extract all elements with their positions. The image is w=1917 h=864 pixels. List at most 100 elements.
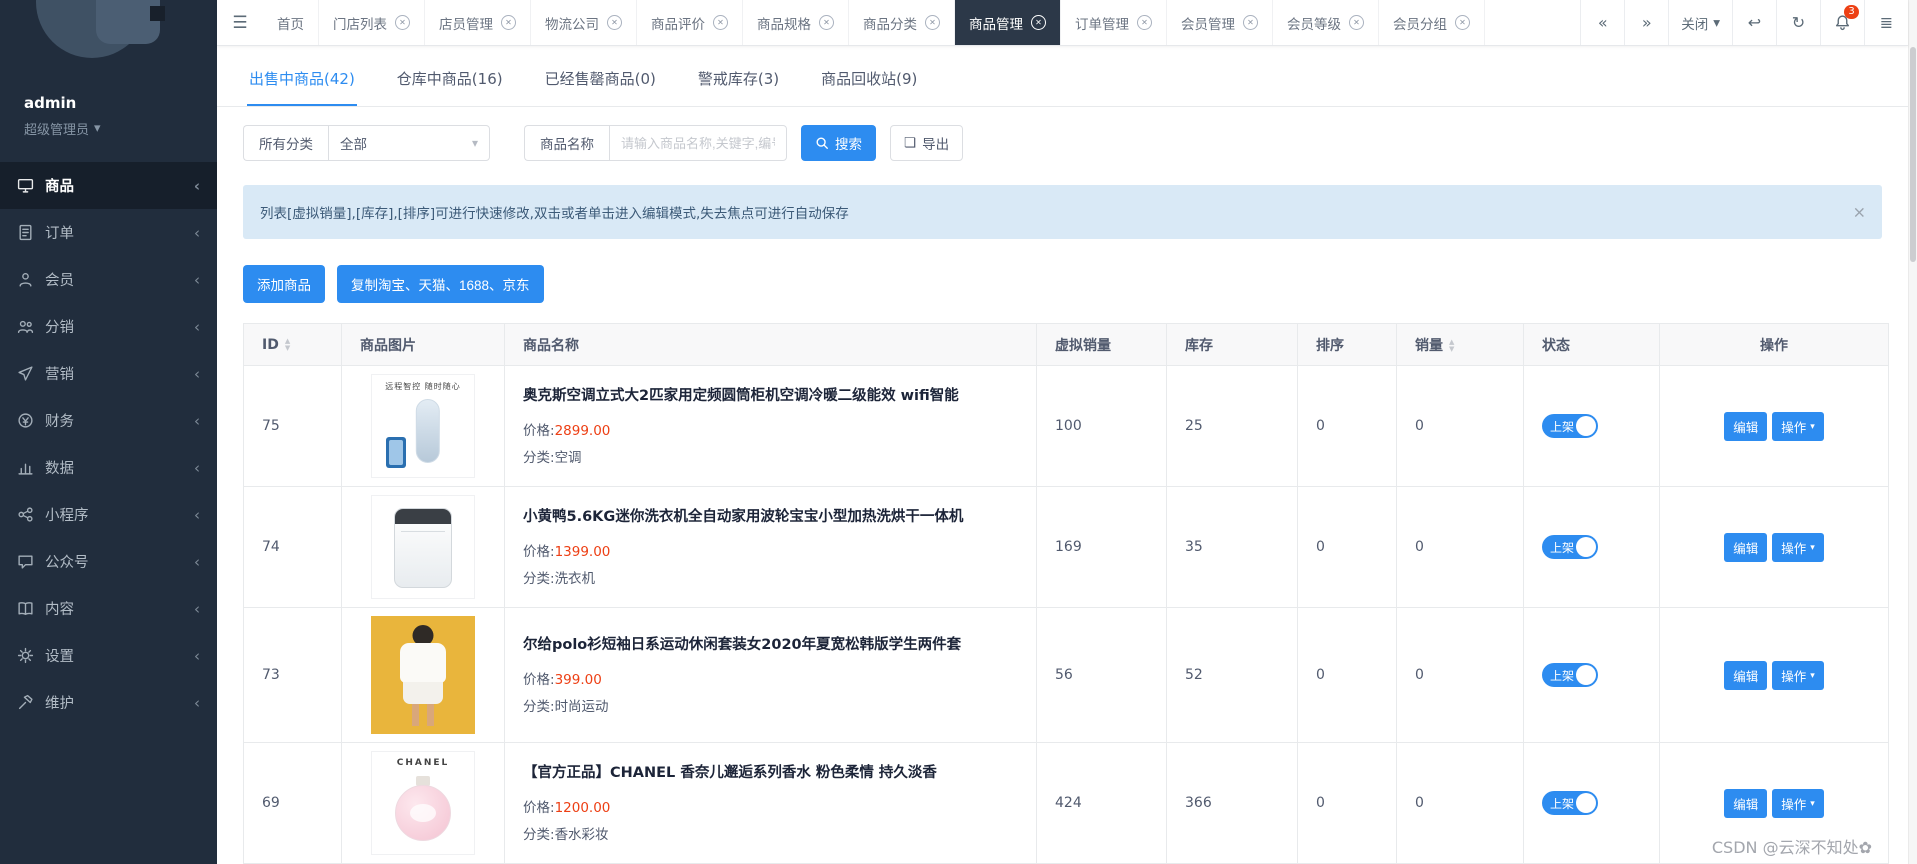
nav-tab-product-specs[interactable]: 商品规格 ✕ bbox=[743, 0, 849, 45]
chevron-left-icon: ‹ bbox=[194, 223, 200, 242]
edit-button[interactable]: 编辑 bbox=[1724, 411, 1768, 441]
cell-stock[interactable]: 35 bbox=[1166, 486, 1298, 608]
sidebar-item-data[interactable]: 数据 ‹ bbox=[0, 444, 217, 491]
sidebar-item-content[interactable]: 内容 ‹ bbox=[0, 585, 217, 632]
message-list-button[interactable]: ≣ bbox=[1864, 0, 1908, 45]
nav-tab-member-level[interactable]: 会员等级 ✕ bbox=[1273, 0, 1379, 45]
nav-tab-logistics[interactable]: 物流公司 ✕ bbox=[531, 0, 637, 45]
sidebar-item-marketing[interactable]: 营销 ‹ bbox=[0, 350, 217, 397]
close-icon[interactable]: × bbox=[1853, 203, 1866, 222]
chevron-left-icon: ‹ bbox=[194, 505, 200, 524]
nav-tab-home[interactable]: 首页 bbox=[263, 0, 319, 45]
nav-tab-member-mgmt[interactable]: 会员管理 ✕ bbox=[1167, 0, 1273, 45]
user-role-dropdown[interactable]: 超级管理员 ▾ bbox=[24, 119, 217, 138]
nav-tab-product-categories[interactable]: 商品分类 ✕ bbox=[849, 0, 955, 45]
cell-virtual-sales[interactable]: 56 bbox=[1036, 607, 1167, 743]
page-scrollbar[interactable] bbox=[1908, 0, 1917, 864]
status-toggle[interactable]: 上架 bbox=[1542, 791, 1598, 815]
sidebar-item-maintenance[interactable]: 维护 ‹ bbox=[0, 679, 217, 726]
tab-close-icon[interactable]: ✕ bbox=[819, 15, 834, 30]
chevron-left-icon: ‹ bbox=[194, 693, 200, 712]
status-toggle[interactable]: 上架 bbox=[1542, 663, 1598, 687]
product-name-input[interactable] bbox=[609, 125, 787, 161]
sidebar-item-miniapp[interactable]: 小程序 ‹ bbox=[0, 491, 217, 538]
cell-status: 上架 bbox=[1523, 742, 1660, 864]
sidebar-item-orders[interactable]: 订单 ‹ bbox=[0, 209, 217, 256]
subtab-in-warehouse[interactable]: 仓库中商品(16) bbox=[395, 52, 505, 106]
refresh-button[interactable]: ↻ bbox=[1776, 0, 1820, 45]
edit-button[interactable]: 编辑 bbox=[1724, 788, 1768, 818]
member-icon bbox=[17, 271, 34, 288]
subtab-on-sale[interactable]: 出售中商品(42) bbox=[247, 52, 357, 106]
sort-icon[interactable]: ▲ ▼ bbox=[1449, 338, 1454, 353]
category-select[interactable]: 全部 ▾ bbox=[328, 125, 490, 161]
cell-sort[interactable]: 0 bbox=[1297, 607, 1397, 743]
export-button[interactable]: ❏ 导出 bbox=[890, 125, 964, 161]
nav-tab-store-list[interactable]: 门店列表 ✕ bbox=[319, 0, 425, 45]
tab-close-icon[interactable]: ✕ bbox=[1243, 15, 1258, 30]
status-toggle[interactable]: 上架 bbox=[1542, 535, 1598, 559]
status-toggle[interactable]: 上架 bbox=[1542, 414, 1598, 438]
user-info: admin 超级管理员 ▾ bbox=[0, 92, 217, 154]
tabs-scroll-left-button[interactable]: « bbox=[1580, 0, 1624, 45]
marketing-icon bbox=[17, 365, 34, 382]
subtab-stock-alert[interactable]: 警戒库存(3) bbox=[696, 52, 781, 106]
cell-sort[interactable]: 0 bbox=[1297, 365, 1397, 487]
cell-virtual-sales[interactable]: 100 bbox=[1036, 365, 1167, 487]
sidebar-item-label: 订单 bbox=[45, 226, 74, 242]
col-status: 状态 bbox=[1523, 323, 1660, 366]
filter-row: 所有分类 全部 ▾ 商品名称 搜索 ❏ 导出 bbox=[243, 125, 1882, 161]
sidebar-item-goods[interactable]: 商品 ‹ bbox=[0, 162, 217, 209]
close-tabs-dropdown[interactable]: 关闭 ▾ bbox=[1668, 0, 1732, 45]
cell-stock[interactable]: 25 bbox=[1166, 365, 1298, 487]
caret-down-icon: ▾ bbox=[1810, 541, 1815, 552]
tab-close-icon[interactable]: ✕ bbox=[1349, 15, 1364, 30]
tab-close-icon[interactable]: ✕ bbox=[1031, 15, 1046, 30]
sidebar-item-finance[interactable]: 财务 ‹ bbox=[0, 397, 217, 444]
action-dropdown-button[interactable]: 操作 ▾ bbox=[1772, 788, 1824, 818]
cell-virtual-sales[interactable]: 424 bbox=[1036, 742, 1167, 864]
scrollbar-thumb[interactable] bbox=[1910, 47, 1916, 262]
sidebar-item-official-account[interactable]: 公众号 ‹ bbox=[0, 538, 217, 585]
caret-down-icon: ▾ bbox=[94, 121, 101, 136]
nav-tab-member-group[interactable]: 会员分组 ✕ bbox=[1379, 0, 1485, 45]
subtab-recycle-bin[interactable]: 商品回收站(9) bbox=[819, 52, 919, 106]
tabs-scroll-right-button[interactable]: » bbox=[1624, 0, 1668, 45]
tab-close-icon[interactable]: ✕ bbox=[1137, 15, 1152, 30]
sidebar-item-members[interactable]: 会员 ‹ bbox=[0, 256, 217, 303]
nav-tab-product-reviews[interactable]: 商品评价 ✕ bbox=[637, 0, 743, 45]
sort-icon[interactable]: ▲ ▼ bbox=[285, 337, 290, 352]
undo-button[interactable]: ↩ bbox=[1732, 0, 1776, 45]
action-dropdown-button[interactable]: 操作 ▾ bbox=[1772, 532, 1824, 562]
cell-stock[interactable]: 366 bbox=[1166, 742, 1298, 864]
subtab-sold-out[interactable]: 已经售罄商品(0) bbox=[543, 52, 658, 106]
tab-close-icon[interactable]: ✕ bbox=[713, 15, 728, 30]
tab-close-icon[interactable]: ✕ bbox=[1455, 15, 1470, 30]
edit-button[interactable]: 编辑 bbox=[1724, 532, 1768, 562]
tab-close-icon[interactable]: ✕ bbox=[925, 15, 940, 30]
sidebar-item-label: 会员 bbox=[45, 273, 74, 289]
tab-close-icon[interactable]: ✕ bbox=[395, 15, 410, 30]
cell-sort[interactable]: 0 bbox=[1297, 486, 1397, 608]
cell-sort[interactable]: 0 bbox=[1297, 742, 1397, 864]
cell-status: 上架 bbox=[1523, 365, 1660, 487]
search-button[interactable]: 搜索 bbox=[801, 125, 876, 161]
cell-virtual-sales[interactable]: 169 bbox=[1036, 486, 1167, 608]
add-product-button[interactable]: 添加商品 bbox=[243, 265, 325, 303]
nav-tab-product-mgmt[interactable]: 商品管理 ✕ bbox=[955, 0, 1061, 45]
nav-tab-clerk-mgmt[interactable]: 店员管理 ✕ bbox=[425, 0, 531, 45]
copy-product-button[interactable]: 复制淘宝、天猫、1688、京东 bbox=[337, 265, 544, 303]
cell-sales: 0 bbox=[1396, 486, 1524, 608]
sidebar-item-distribution[interactable]: 分销 ‹ bbox=[0, 303, 217, 350]
app-root: admin 超级管理员 ▾ 商品 ‹ 订单 ‹ 会员 ‹ 分销 ‹ 营销 ‹ 财… bbox=[0, 0, 1917, 864]
edit-button[interactable]: 编辑 bbox=[1724, 660, 1768, 690]
action-dropdown-button[interactable]: 操作 ▾ bbox=[1772, 411, 1824, 441]
tab-close-icon[interactable]: ✕ bbox=[501, 15, 516, 30]
nav-tab-order-mgmt[interactable]: 订单管理 ✕ bbox=[1061, 0, 1167, 45]
hamburger-icon[interactable]: ☰ bbox=[217, 0, 263, 45]
action-dropdown-button[interactable]: 操作 ▾ bbox=[1772, 660, 1824, 690]
cell-stock[interactable]: 52 bbox=[1166, 607, 1298, 743]
notifications-button[interactable]: 3 bbox=[1820, 0, 1864, 45]
tab-close-icon[interactable]: ✕ bbox=[607, 15, 622, 30]
sidebar-item-settings[interactable]: 设置 ‹ bbox=[0, 632, 217, 679]
